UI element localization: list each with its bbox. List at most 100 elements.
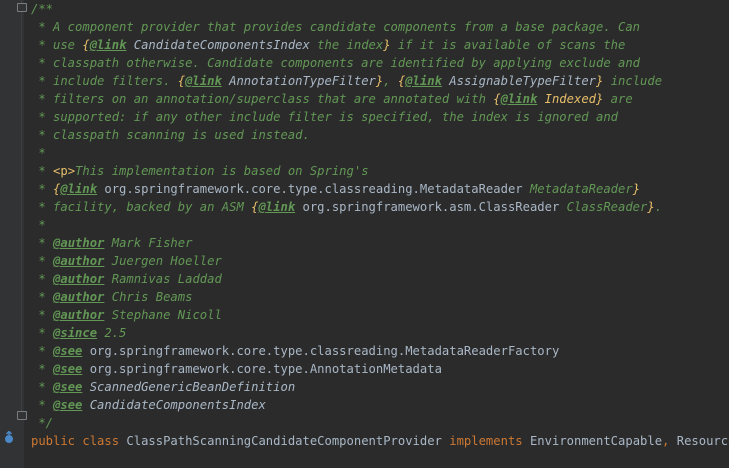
- code-token: * filters on an annotation/superclass th…: [31, 92, 494, 106]
- code-token: *: [31, 146, 46, 160]
- code-token[interactable]: ScannedGenericBeanDefinition: [82, 380, 295, 394]
- code-line: * @author Juergen Hoeller: [31, 252, 729, 270]
- code-token[interactable]: @author: [53, 236, 104, 250]
- code-token: ResourceLoad: [676, 434, 729, 448]
- code-token[interactable]: org.springframework.core.type.Annotation…: [82, 362, 442, 376]
- code-token[interactable]: @see: [53, 380, 82, 394]
- code-token: *: [31, 380, 54, 394]
- code-line: * @see CandidateComponentsIndex: [31, 396, 729, 414]
- code-token[interactable]: @author: [53, 254, 104, 268]
- code-line: * classpath scanning is used instead.: [31, 126, 729, 144]
- code-token: * classpath otherwise. Candidate compone…: [31, 56, 641, 70]
- code-token: * A component provider that provides can…: [31, 20, 641, 34]
- code-line: * @author Ramnivas Laddad: [31, 270, 729, 288]
- code-line: * supported: if any other include filter…: [31, 108, 729, 126]
- code-token: EnvironmentCapable: [529, 434, 663, 448]
- code-token[interactable]: org.springframework.asm.ClassReader: [295, 200, 559, 214]
- code-token[interactable]: @link: [60, 182, 97, 196]
- code-token: * facility, backed by an ASM: [31, 200, 252, 214]
- code-token[interactable]: @see: [53, 344, 82, 358]
- code-token: 2.5: [97, 326, 127, 340]
- implemented-interface-icon[interactable]: [2, 431, 14, 445]
- code-line: * @see ScannedGenericBeanDefinition: [31, 378, 729, 396]
- code-token: }: [647, 200, 655, 214]
- code-token: {: [493, 92, 501, 106]
- code-token[interactable]: @since: [53, 326, 97, 340]
- code-token[interactable]: CandidateComponentsIndex: [82, 398, 266, 412]
- code-token: .: [654, 200, 663, 214]
- code-token: *: [31, 236, 54, 250]
- code-token: This implementation is based on Spring's: [75, 164, 369, 178]
- code-token[interactable]: @author: [53, 290, 104, 304]
- code-token: *: [31, 308, 54, 322]
- code-line: *: [31, 216, 729, 234]
- code-token: *: [31, 272, 54, 286]
- code-token[interactable]: org.springframework.core.type.classreadi…: [82, 344, 560, 358]
- code-token: *: [31, 254, 54, 268]
- code-token: ClassPathScanningCandidateComponentProvi…: [126, 434, 450, 448]
- code-line: * @author Mark Fisher: [31, 234, 729, 252]
- code-token[interactable]: @link: [185, 74, 222, 88]
- code-token: Indexed: [537, 92, 596, 106]
- code-token: *: [31, 218, 46, 232]
- code-token[interactable]: @link: [90, 38, 127, 52]
- code-token: {: [82, 38, 90, 52]
- code-token: *: [31, 164, 54, 178]
- editor-gutter[interactable]: [0, 0, 27, 468]
- code-token[interactable]: AssignableTypeFilter: [442, 74, 596, 88]
- code-token: <p>: [53, 164, 76, 178]
- code-token: {: [177, 74, 186, 88]
- code-line: * use {@link CandidateComponentsIndex th…: [31, 36, 729, 54]
- code-line: public class ClassPathScanningCandidateC…: [31, 432, 729, 450]
- code-token: * supported: if any other include filter…: [31, 110, 618, 124]
- code-token: MetadataReader: [522, 182, 633, 196]
- code-token[interactable]: @link: [501, 92, 538, 106]
- code-token[interactable]: @author: [53, 308, 104, 322]
- code-token: *: [31, 290, 54, 304]
- code-line: * A component provider that provides can…: [31, 18, 729, 36]
- code-line: * {@link org.springframework.core.type.c…: [31, 180, 729, 198]
- code-token: Mark Fisher: [104, 236, 193, 250]
- code-line: *: [31, 144, 729, 162]
- code-token: ,: [662, 434, 677, 448]
- code-line: * @author Chris Beams: [31, 288, 729, 306]
- code-token[interactable]: @link: [405, 74, 442, 88]
- code-token: ClassReader: [559, 200, 648, 214]
- code-token: * include filters.: [31, 74, 178, 88]
- code-token[interactable]: @see: [53, 398, 82, 412]
- code-line: * @see org.springframework.core.type.Ann…: [31, 360, 729, 378]
- code-line: */: [31, 414, 729, 432]
- code-token: Juergen Hoeller: [104, 254, 222, 268]
- fold-end-icon[interactable]: [17, 411, 27, 420]
- code-token[interactable]: @see: [53, 362, 82, 376]
- code-line: * include filters. {@link AnnotationType…: [31, 72, 729, 90]
- code-token[interactable]: @link: [258, 200, 295, 214]
- code-line: * @author Stephane Nicoll: [31, 306, 729, 324]
- code-token: */: [31, 416, 54, 430]
- code-token: Chris Beams: [104, 290, 193, 304]
- code-token: are: [603, 92, 633, 106]
- code-token: /**: [31, 2, 54, 16]
- fold-guide-line: [21, 0, 22, 420]
- code-line: * filters on an annotation/superclass th…: [31, 90, 729, 108]
- code-token: implements: [449, 434, 530, 448]
- code-token[interactable]: AnnotationTypeFilter: [222, 74, 376, 88]
- code-text-area[interactable]: /** * A component provider that provides…: [31, 0, 729, 450]
- code-token: public class: [31, 434, 127, 448]
- code-token: * use: [31, 38, 83, 52]
- code-token[interactable]: org.springframework.core.type.classreadi…: [97, 182, 522, 196]
- code-token: *: [31, 326, 54, 340]
- code-token: *: [31, 344, 54, 358]
- code-line: * <p>This implementation is based on Spr…: [31, 162, 729, 180]
- code-token[interactable]: CandidateComponentsIndex: [126, 38, 310, 52]
- code-token: if it is available of scans the: [390, 38, 626, 52]
- fold-collapse-icon[interactable]: [17, 3, 27, 12]
- code-token: }: [632, 182, 641, 196]
- code-token[interactable]: @author: [53, 272, 104, 286]
- code-line: * facility, backed by an ASM {@link org.…: [31, 198, 729, 216]
- code-token: the index: [309, 38, 384, 52]
- code-token: include: [603, 74, 663, 88]
- code-editor[interactable]: /** * A component provider that provides…: [0, 0, 729, 468]
- code-token: *: [31, 182, 54, 196]
- code-token: Stephane Nicoll: [104, 308, 222, 322]
